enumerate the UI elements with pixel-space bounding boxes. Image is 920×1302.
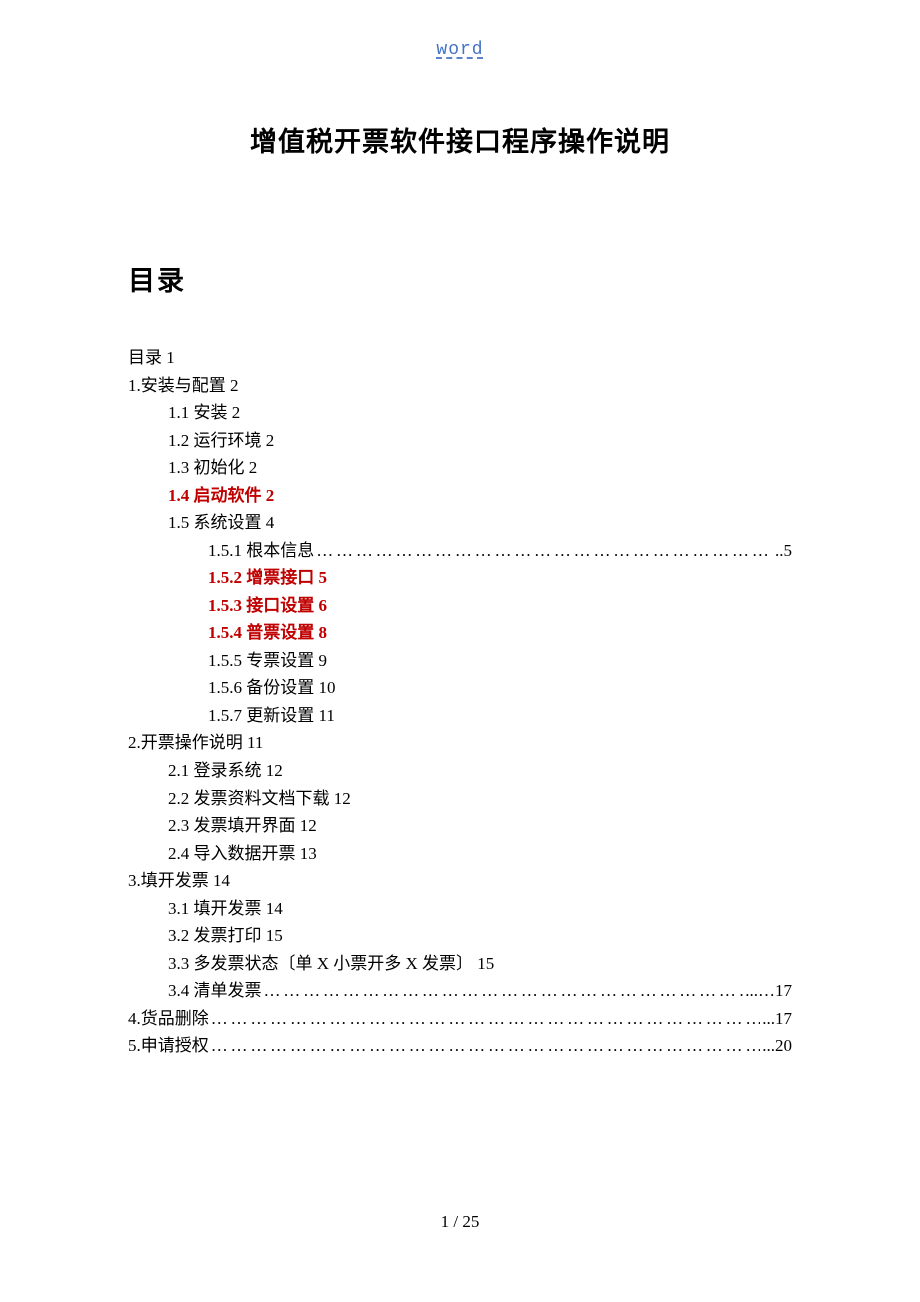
toc-entry[interactable]: 2.开票操作说明 11 [128,729,792,757]
toc-entry[interactable]: 3.2 发票打印 15 [128,922,792,950]
toc-entry[interactable]: 1.5.5 专票设置 9 [128,647,792,675]
header-word-link[interactable]: word [128,40,792,60]
document-title: 增值税开票软件接口程序操作说明 [128,120,792,159]
toc-entry-page: ...20 [762,1032,792,1060]
toc-entry[interactable]: 目录 1 [128,344,792,372]
toc-entry-title: 4.货品删除 [128,1005,209,1033]
toc-entry[interactable]: 1.4 启动软件 2 [128,482,792,510]
toc-dots: …………………………………………………………………………………………………………… [211,1032,761,1060]
page-footer: 1 / 25 [0,1212,920,1232]
toc-entry[interactable]: 1.5.1 根本信息………………………………………………………………………………… [128,537,792,565]
toc-entry-page: ...…17 [745,977,792,1005]
toc-entry-title: 1.5.1 根本信息 [208,537,314,565]
toc-entry-title: 3.4 清单发票 [168,977,262,1005]
toc-heading: 目录 [128,259,792,298]
toc-entry[interactable]: 2.4 导入数据开票 13 [128,840,792,868]
toc-entry-page: ..5 [775,537,792,565]
toc-entry[interactable]: 5.申请授权…………………………………………………………………………………………… [128,1032,792,1060]
toc-entry[interactable]: 1.5.7 更新设置 11 [128,702,792,730]
toc-entry[interactable]: 1.5.2 增票接口 5 [128,564,792,592]
toc-entry[interactable]: 2.3 发票填开界面 12 [128,812,792,840]
toc-list: 目录 11.安装与配置 21.1 安装 21.2 运行环境 21.3 初始化 2… [128,344,792,1060]
toc-entry[interactable]: 3.4 清单发票……………………………………………………………………………………… [128,977,792,1005]
toc-entry[interactable]: 3.3 多发票状态〔单 X 小票开多 X 发票〕 15 [128,950,792,978]
toc-dots: …………………………………………………………………………………………………………… [316,537,773,565]
toc-dots: …………………………………………………………………………………………………………… [264,977,744,1005]
toc-entry[interactable]: 1.3 初始化 2 [128,454,792,482]
toc-entry[interactable]: 1.2 运行环境 2 [128,427,792,455]
toc-entry[interactable]: 1.5.6 备份设置 10 [128,674,792,702]
toc-dots: …………………………………………………………………………………………………………… [211,1005,761,1033]
toc-entry[interactable]: 2.1 登录系统 12 [128,757,792,785]
toc-entry[interactable]: 2.2 发票资料文档下载 12 [128,785,792,813]
toc-entry[interactable]: 1.1 安装 2 [128,399,792,427]
toc-entry-page: ...17 [762,1005,792,1033]
toc-entry-title: 5.申请授权 [128,1032,209,1060]
toc-entry[interactable]: 1.5 系统设置 4 [128,509,792,537]
toc-entry[interactable]: 1.安装与配置 2 [128,372,792,400]
toc-entry[interactable]: 3.1 填开发票 14 [128,895,792,923]
toc-entry[interactable]: 3.填开发票 14 [128,867,792,895]
toc-entry[interactable]: 1.5.4 普票设置 8 [128,619,792,647]
toc-entry[interactable]: 4.货品删除…………………………………………………………………………………………… [128,1005,792,1033]
toc-entry[interactable]: 1.5.3 接口设置 6 [128,592,792,620]
